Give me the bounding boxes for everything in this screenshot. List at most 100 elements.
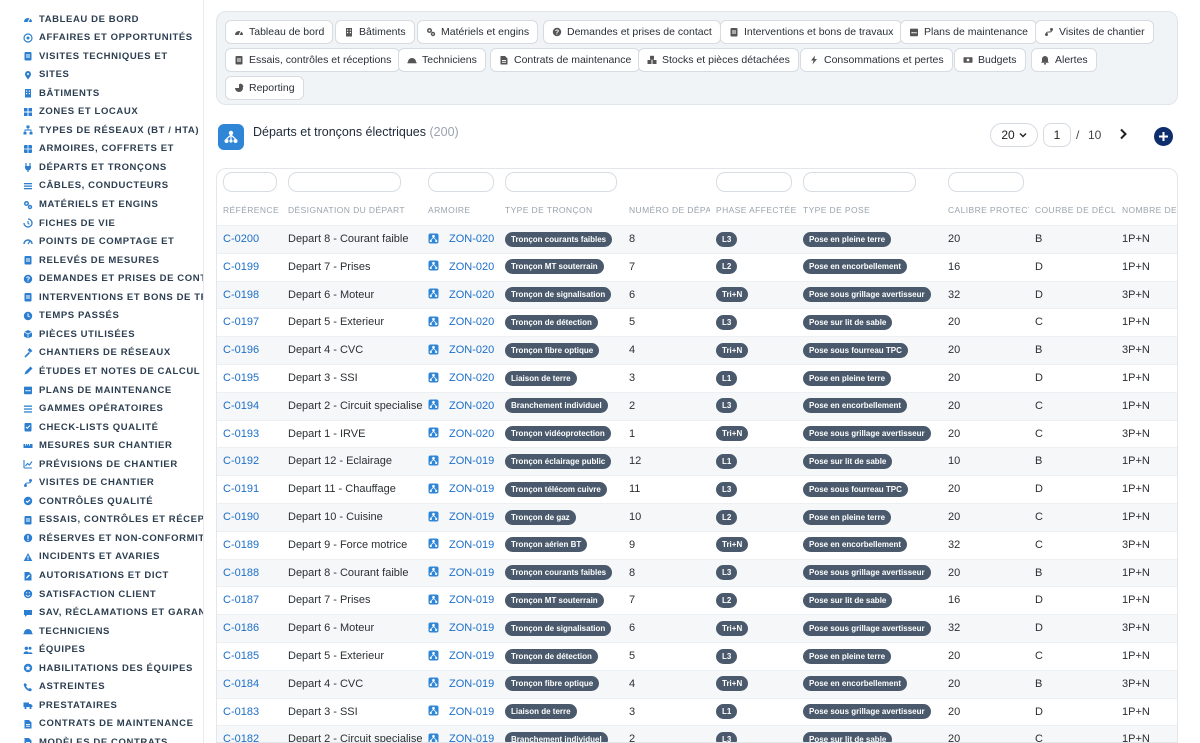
armoire-link[interactable]: ZON-019 <box>428 726 500 742</box>
armoire-text[interactable]: ZON-019 <box>449 483 494 495</box>
armoire-link[interactable]: ZON-019 <box>428 643 500 671</box>
module-tab[interactable]: Tableau de bord <box>225 20 334 44</box>
per-page-select[interactable]: 20 <box>990 123 1038 147</box>
module-tab[interactable]: Techniciens <box>398 48 486 72</box>
column-header[interactable]: PHASE AFFECTÉE <box>716 205 797 215</box>
column-filter-input[interactable] <box>428 172 494 192</box>
armoire-text[interactable]: ZON-020 <box>449 428 494 440</box>
column-header[interactable]: NOMBRE DE PÔLES <box>1122 205 1177 215</box>
module-tab[interactable]: Consommations et pertes <box>800 48 953 72</box>
armoire-link[interactable]: ZON-020 <box>428 421 500 449</box>
table-row[interactable]: C-0184 Depart 4 - CVC ZON-019 Tronçon fibre… <box>217 669 1177 699</box>
armoire-text[interactable]: ZON-019 <box>449 511 494 523</box>
module-tab[interactable]: Bâtiments <box>335 20 415 44</box>
add-record-button[interactable] <box>1154 127 1173 146</box>
table-row[interactable]: C-0195 Depart 3 - SSI ZON-020 Liaison de te… <box>217 364 1177 393</box>
column-filter-input[interactable] <box>948 172 1024 192</box>
armoire-link[interactable]: ZON-020 <box>428 226 500 254</box>
column-header[interactable]: COURBE DE DÉCLENCHEMENT <box>1035 205 1116 215</box>
reference-text[interactable]: C-0189 <box>223 539 259 551</box>
sidebar-item[interactable]: CHANTIERS DE RÉSEAUX <box>22 345 203 361</box>
table-row[interactable]: C-0183 Depart 3 - SSI ZON-019 Liaison de te… <box>217 697 1177 727</box>
armoire-text[interactable]: ZON-019 <box>449 733 494 742</box>
reference-text[interactable]: C-0184 <box>223 678 259 690</box>
column-filter-input[interactable] <box>505 172 617 192</box>
module-tab[interactable]: ? Demandes et prises de contact <box>543 20 721 44</box>
reference-text[interactable]: C-0195 <box>223 372 259 384</box>
armoire-text[interactable]: ZON-020 <box>449 261 494 273</box>
armoire-link[interactable]: ZON-019 <box>428 476 500 504</box>
armoire-link[interactable]: ZON-019 <box>428 615 500 643</box>
table-row[interactable]: C-0186 Depart 6 - Moteur ZON-019 Tronçon de… <box>217 614 1177 643</box>
sidebar-item[interactable]: VISITES TECHNIQUES ET <box>22 48 203 64</box>
sidebar-item[interactable]: MESURES SUR CHANTIER <box>22 438 203 454</box>
reference-text[interactable]: C-0183 <box>223 706 259 718</box>
reference-text[interactable]: C-0193 <box>223 428 259 440</box>
reference-link[interactable]: C-0198 <box>223 282 283 310</box>
reference-link[interactable]: C-0188 <box>223 560 283 588</box>
reference-text[interactable]: C-0197 <box>223 316 259 328</box>
column-header[interactable]: DÉSIGNATION DU DÉPART <box>288 205 422 215</box>
module-tab[interactable]: Plans de maintenance <box>900 20 1037 44</box>
module-tab[interactable]: Alertes <box>1031 48 1097 72</box>
reference-link[interactable]: C-0196 <box>223 337 283 365</box>
armoire-link[interactable]: ZON-020 <box>428 365 500 393</box>
reference-link[interactable]: C-0200 <box>223 226 283 254</box>
module-tab[interactable]: Visites de chantier <box>1035 20 1154 44</box>
sidebar-item[interactable]: GAMMES OPÉRATOIRES <box>22 401 203 417</box>
module-tab[interactable]: Essais, contrôles et réceptions <box>225 48 401 72</box>
reference-text[interactable]: C-0191 <box>223 483 259 495</box>
armoire-link[interactable]: ZON-019 <box>428 560 500 588</box>
table-row[interactable]: C-0199 Depart 7 - Prises ZON-020 Tronçon MT… <box>217 252 1177 282</box>
column-header[interactable]: ARMOIRE <box>428 205 499 215</box>
module-tab[interactable]: Contrats de maintenance <box>490 48 641 72</box>
table-row[interactable]: C-0189 Depart 9 - Force motrice ZON-019 Tro… <box>217 530 1177 560</box>
sidebar-item[interactable]: SITES <box>22 67 203 83</box>
sidebar-item[interactable]: CONTRÔLES QUALITÉ <box>22 493 203 509</box>
sidebar-item[interactable]: CONTRATS DE MAINTENANCE <box>22 716 203 732</box>
reference-link[interactable]: C-0191 <box>223 476 283 504</box>
sidebar-item[interactable]: TYPES DE RÉSEAUX (BT / HTA) <box>22 122 203 138</box>
reference-link[interactable]: C-0182 <box>223 726 283 742</box>
table-row[interactable]: C-0192 Depart 12 - Eclairage ZON-019 Tronço… <box>217 447 1177 476</box>
reference-link[interactable]: C-0199 <box>223 254 283 282</box>
armoire-text[interactable]: ZON-019 <box>449 594 494 606</box>
module-tab[interactable]: Reporting <box>225 76 304 100</box>
sidebar-item[interactable]: INCIDENTS ET AVARIES <box>22 549 203 565</box>
armoire-link[interactable]: ZON-020 <box>428 309 500 337</box>
sidebar-item[interactable]: ASTREINTES <box>22 679 203 695</box>
reference-link[interactable]: C-0189 <box>223 532 283 560</box>
column-filter-input[interactable] <box>223 172 277 192</box>
armoire-link[interactable]: ZON-019 <box>428 504 500 532</box>
table-row[interactable]: C-0190 Depart 10 - Cuisine ZON-019 Tronçon … <box>217 503 1177 532</box>
sidebar-item[interactable]: TECHNICIENS <box>22 623 203 639</box>
reference-text[interactable]: C-0198 <box>223 289 259 301</box>
reference-text[interactable]: C-0186 <box>223 622 259 634</box>
sidebar-item[interactable]: PRESTATAIRES <box>22 697 203 713</box>
column-header[interactable]: TYPE DE POSE <box>803 205 942 215</box>
next-page-button[interactable] <box>1114 125 1132 143</box>
sidebar-item[interactable]: SAV, RÉCLAMATIONS ET GARANTIES <box>22 605 203 621</box>
sidebar-item[interactable]: RELEVÉS DE MESURES <box>22 252 203 268</box>
table-row[interactable]: C-0194 Depart 2 - Circuit specialise ZON-0… <box>217 391 1177 420</box>
table-row[interactable]: C-0187 Depart 7 - Prises ZON-019 Tronçon MT… <box>217 586 1177 615</box>
sidebar-item[interactable]: HABILITATIONS DES ÉQUIPES <box>22 660 203 676</box>
sidebar-item[interactable]: POINTS DE COMPTAGE ET <box>22 234 203 250</box>
column-filter-input[interactable] <box>716 172 792 192</box>
sidebar-item[interactable]: ESSAIS, CONTRÔLES ET RÉCEPTIONS <box>22 512 203 528</box>
sidebar-item[interactable]: INTERVENTIONS ET BONS DE TRAVAUX <box>22 289 203 305</box>
sidebar-item[interactable]: SATISFACTION CLIENT <box>22 586 203 602</box>
armoire-text[interactable]: ZON-020 <box>449 316 494 328</box>
reference-link[interactable]: C-0187 <box>223 587 283 615</box>
reference-link[interactable]: C-0186 <box>223 615 283 643</box>
reference-link[interactable]: C-0183 <box>223 699 283 727</box>
table-row[interactable]: C-0188 Depart 8 - Courant faible ZON-019 Tr… <box>217 558 1177 588</box>
sidebar-item[interactable]: RÉSERVES ET NON-CONFORMITÉS <box>22 530 203 546</box>
armoire-link[interactable]: ZON-019 <box>428 671 500 699</box>
table-row[interactable]: C-0196 Depart 4 - CVC ZON-020 Tronçon fibre… <box>217 336 1177 365</box>
page-number-input[interactable]: 1 <box>1043 123 1071 147</box>
table-row[interactable]: C-0193 Depart 1 - IRVE ZON-020 Tronçon vidé… <box>217 419 1177 449</box>
armoire-link[interactable]: ZON-019 <box>428 699 500 727</box>
armoire-link[interactable]: ZON-019 <box>428 587 500 615</box>
sidebar-item[interactable]: PIÈCES UTILISÉES <box>22 326 203 342</box>
